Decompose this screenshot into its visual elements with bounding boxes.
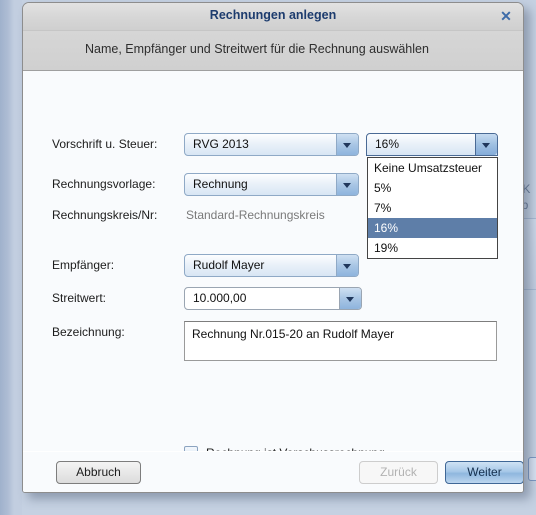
- dialog-subtitle-bar: Name, Empfänger und Streitwert für die R…: [23, 31, 523, 71]
- tax-dropdown-list[interactable]: Keine Umsatzsteuer 5% 7% 16% 19%: [367, 157, 498, 259]
- label-rechnungsvorlage: Rechnungsvorlage:: [52, 177, 156, 191]
- bezeichnung-value: Rechnung Nr.015-20 an Rudolf Mayer: [192, 327, 395, 341]
- row-streitwert: Streitwert: 10.000,00: [23, 287, 523, 311]
- row-vorschrift: Vorschrift u. Steuer: RVG 2013 16%: [23, 133, 523, 157]
- cancel-button[interactable]: Abbruch: [56, 461, 141, 484]
- background-field-1: [528, 457, 536, 481]
- vorschrift-combo[interactable]: RVG 2013: [184, 133, 359, 156]
- label-empfaenger: Empfänger:: [52, 258, 115, 272]
- chevron-down-icon[interactable]: [336, 255, 358, 276]
- dialog-footer: Abbruch Zurück Weiter: [23, 451, 523, 492]
- tax-combo[interactable]: 16%: [366, 133, 498, 156]
- rechnungsvorlage-combo[interactable]: Rechnung: [184, 173, 359, 196]
- dialog-titlebar: Rechnungen anlegen ✕: [23, 3, 523, 31]
- tax-combo-value: 16%: [375, 137, 400, 151]
- tax-option-5[interactable]: 5%: [368, 178, 497, 198]
- chevron-down-icon[interactable]: [336, 134, 358, 155]
- streitwert-combo-value: 10.000,00: [193, 291, 247, 305]
- streitwert-combo[interactable]: 10.000,00: [184, 287, 362, 310]
- vorschrift-combo-value: RVG 2013: [193, 137, 249, 151]
- rechnungen-anlegen-dialog: Rechnungen anlegen ✕ Name, Empfänger und…: [22, 2, 524, 493]
- back-button: Zurück: [359, 461, 438, 484]
- label-bezeichnung: Bezeichnung:: [52, 325, 125, 339]
- tax-option-keine-umsatzsteuer[interactable]: Keine Umsatzsteuer: [368, 158, 497, 178]
- empfaenger-combo-value: Rudolf Mayer: [193, 258, 265, 272]
- tax-option-16[interactable]: 16%: [368, 218, 497, 238]
- bezeichnung-input[interactable]: Rechnung Nr.015-20 an Rudolf Mayer: [184, 321, 497, 361]
- dialog-subtitle: Name, Empfänger und Streitwert für die R…: [85, 42, 429, 56]
- label-streitwert: Streitwert:: [52, 291, 107, 305]
- tax-option-19[interactable]: 19%: [368, 238, 497, 258]
- label-vorschrift: Vorschrift u. Steuer:: [52, 137, 158, 151]
- empfaenger-combo[interactable]: Rudolf Mayer: [184, 254, 359, 277]
- label-rechnungskreis: Rechnungskreis/Nr:: [52, 208, 158, 222]
- close-icon[interactable]: ✕: [498, 8, 514, 24]
- chevron-down-icon[interactable]: [336, 174, 358, 195]
- rechnungsvorlage-combo-value: Rechnung: [193, 177, 248, 191]
- row-bezeichnung: Bezeichnung: Rechnung Nr.015-20 an Rudol…: [23, 321, 523, 363]
- next-button[interactable]: Weiter: [445, 461, 523, 484]
- chevron-down-icon[interactable]: [475, 134, 497, 155]
- tax-option-7[interactable]: 7%: [368, 198, 497, 218]
- dialog-body: Vorschrift u. Steuer: RVG 2013 16% Keine…: [23, 71, 523, 460]
- rechnungskreis-value: Standard-Rechnungskreis: [186, 208, 325, 222]
- chevron-down-icon[interactable]: [339, 288, 361, 309]
- dialog-title: Rechnungen anlegen: [209, 8, 337, 22]
